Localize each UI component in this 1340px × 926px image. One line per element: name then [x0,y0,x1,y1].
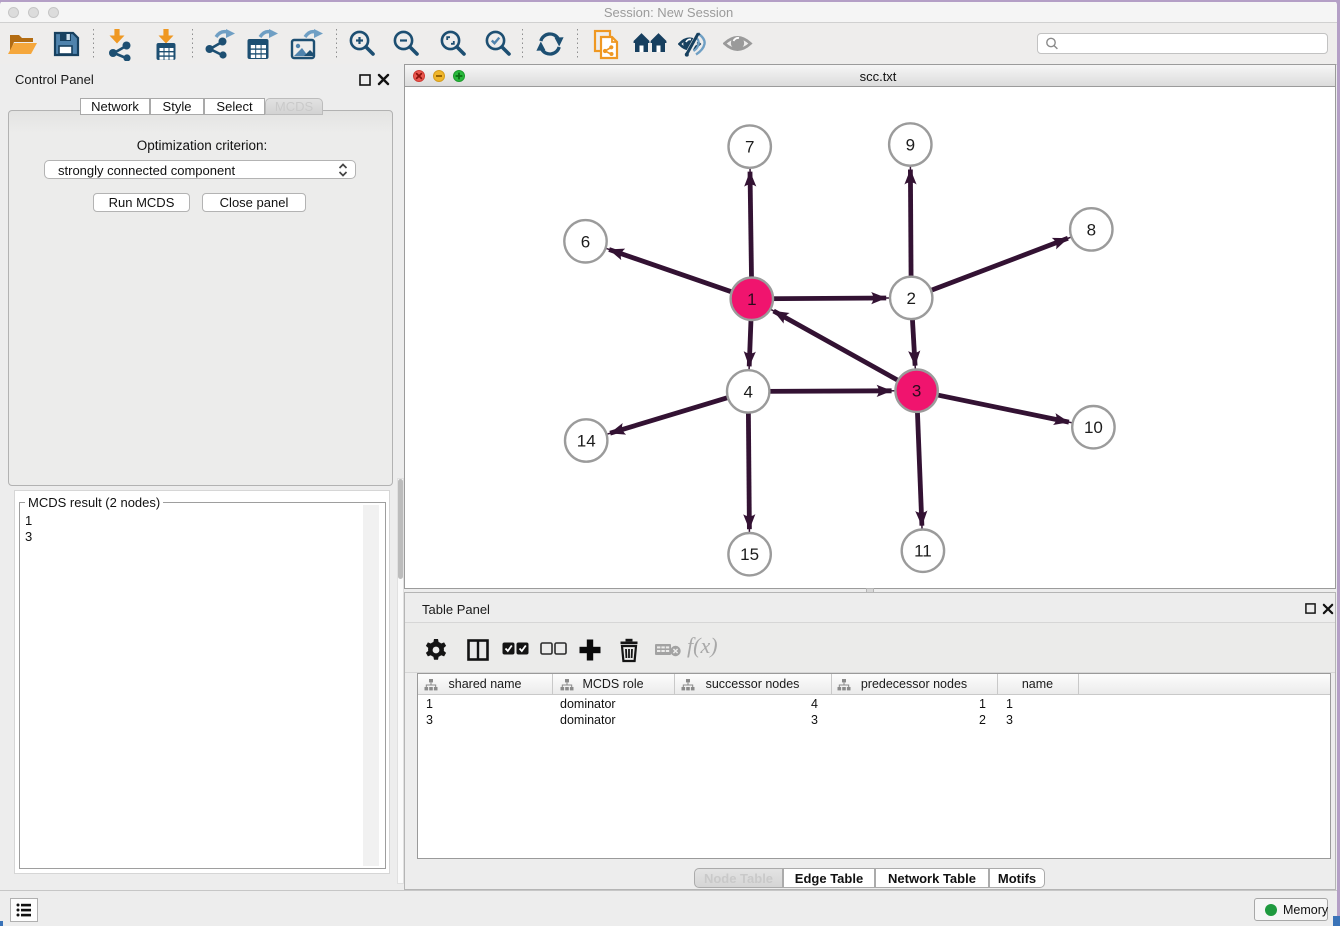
svg-text:7: 7 [745,138,754,157]
svg-text:8: 8 [1087,220,1096,239]
svg-text:3: 3 [912,382,921,401]
svg-text:1: 1 [747,290,756,309]
svg-text:6: 6 [581,232,590,251]
svg-text:14: 14 [577,432,596,451]
svg-text:2: 2 [906,289,915,308]
svg-text:9: 9 [906,136,915,155]
svg-text:4: 4 [743,382,752,401]
svg-text:15: 15 [740,545,759,564]
svg-text:10: 10 [1084,418,1103,437]
svg-text:11: 11 [914,542,932,561]
